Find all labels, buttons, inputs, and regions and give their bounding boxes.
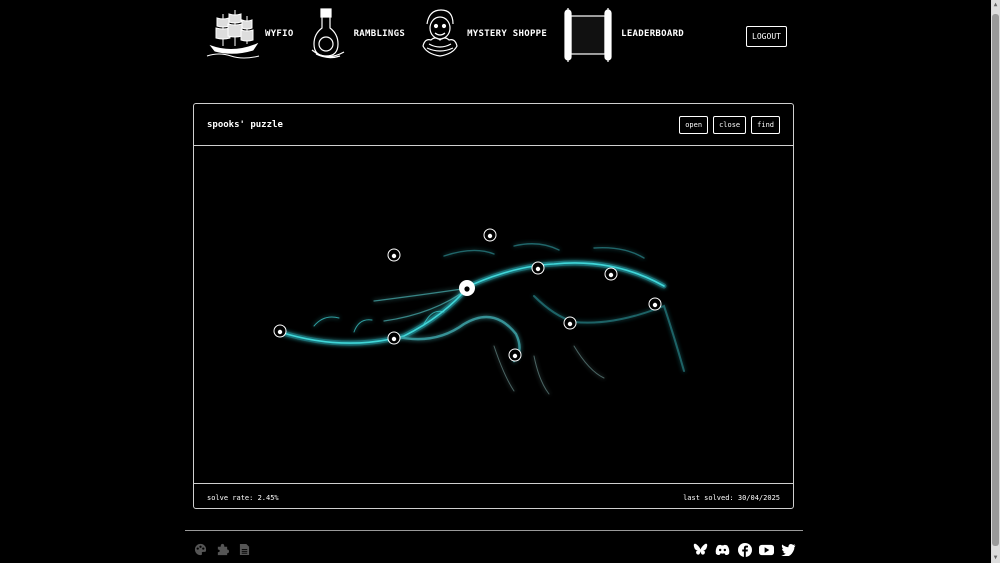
nav-item-wyfio[interactable]: WYFIO [205,6,294,62]
puzzle-header: spooks' puzzle open close find [194,104,793,146]
nav-label-ramblings: RAMBLINGS [353,29,406,39]
puzzle-marker[interactable] [563,316,577,330]
puzzle-marker[interactable] [508,348,522,362]
bluesky-icon[interactable] [693,542,708,557]
footer-tools [193,542,252,557]
puzzle-card: spooks' puzzle open close find solve rat… [193,103,794,509]
footer-divider [185,530,803,531]
open-button[interactable]: open [679,115,709,134]
puzzle-marker[interactable] [387,331,401,345]
nav-label-mystery-shoppe: MYSTERY SHOPPE [467,29,548,39]
puzzle-marker[interactable] [648,297,662,311]
scroll-down-icon[interactable]: ▼ [991,553,1000,563]
logout-button[interactable]: LOGOUT [746,26,787,47]
scroll-icon [564,8,612,62]
find-button[interactable]: find [751,115,780,134]
fractal-image [273,228,685,395]
nav-label-wyfio: WYFIO [265,29,294,39]
puzzle-title: spooks' puzzle [207,119,283,130]
nav-item-ramblings[interactable]: RAMBLINGS [306,6,405,62]
solve-rate: solve rate: 2.45% [207,493,279,502]
puzzle-marker-active[interactable] [459,280,475,296]
facebook-icon[interactable] [737,542,752,557]
social-links [693,542,796,557]
puzzle-marker[interactable] [531,261,545,275]
puzzle-footer: solve rate: 2.45% last solved: 30/04/202… [194,484,793,511]
nav-item-leaderboard[interactable]: LEADERBOARD [559,6,684,62]
page-scrollbar[interactable]: ▲ ▼ [991,0,1000,563]
nav-item-mystery-shoppe[interactable]: MYSTERY SHOPPE [417,6,547,62]
puzzle-actions: open close find [679,115,780,134]
jester-icon [422,9,458,57]
puzzle-marker[interactable] [387,248,401,262]
scrollbar-thumb[interactable] [992,14,999,546]
nav-label-leaderboard: LEADERBOARD [621,29,685,39]
twitter-icon[interactable] [781,542,796,557]
youtube-icon[interactable] [759,542,774,557]
palette-icon[interactable] [193,542,208,557]
puzzle-marker[interactable] [273,324,287,338]
puzzle-marker[interactable] [483,228,497,242]
puzzle-marker[interactable] [604,267,618,281]
bottle-icon [311,8,344,59]
puzzle-canvas[interactable] [194,146,793,484]
ship-icon [206,10,260,59]
discord-icon[interactable] [715,542,730,557]
puzzle-piece-icon[interactable] [215,542,230,557]
document-icon[interactable] [237,542,252,557]
last-solved: last solved: 30/04/2025 [683,493,780,502]
close-button[interactable]: close [713,115,747,134]
main-nav: WYFIO RAMBLINGS MYSTERY SHOPPE LEADERBOA… [205,6,696,62]
scroll-up-icon[interactable]: ▲ [991,0,1000,10]
